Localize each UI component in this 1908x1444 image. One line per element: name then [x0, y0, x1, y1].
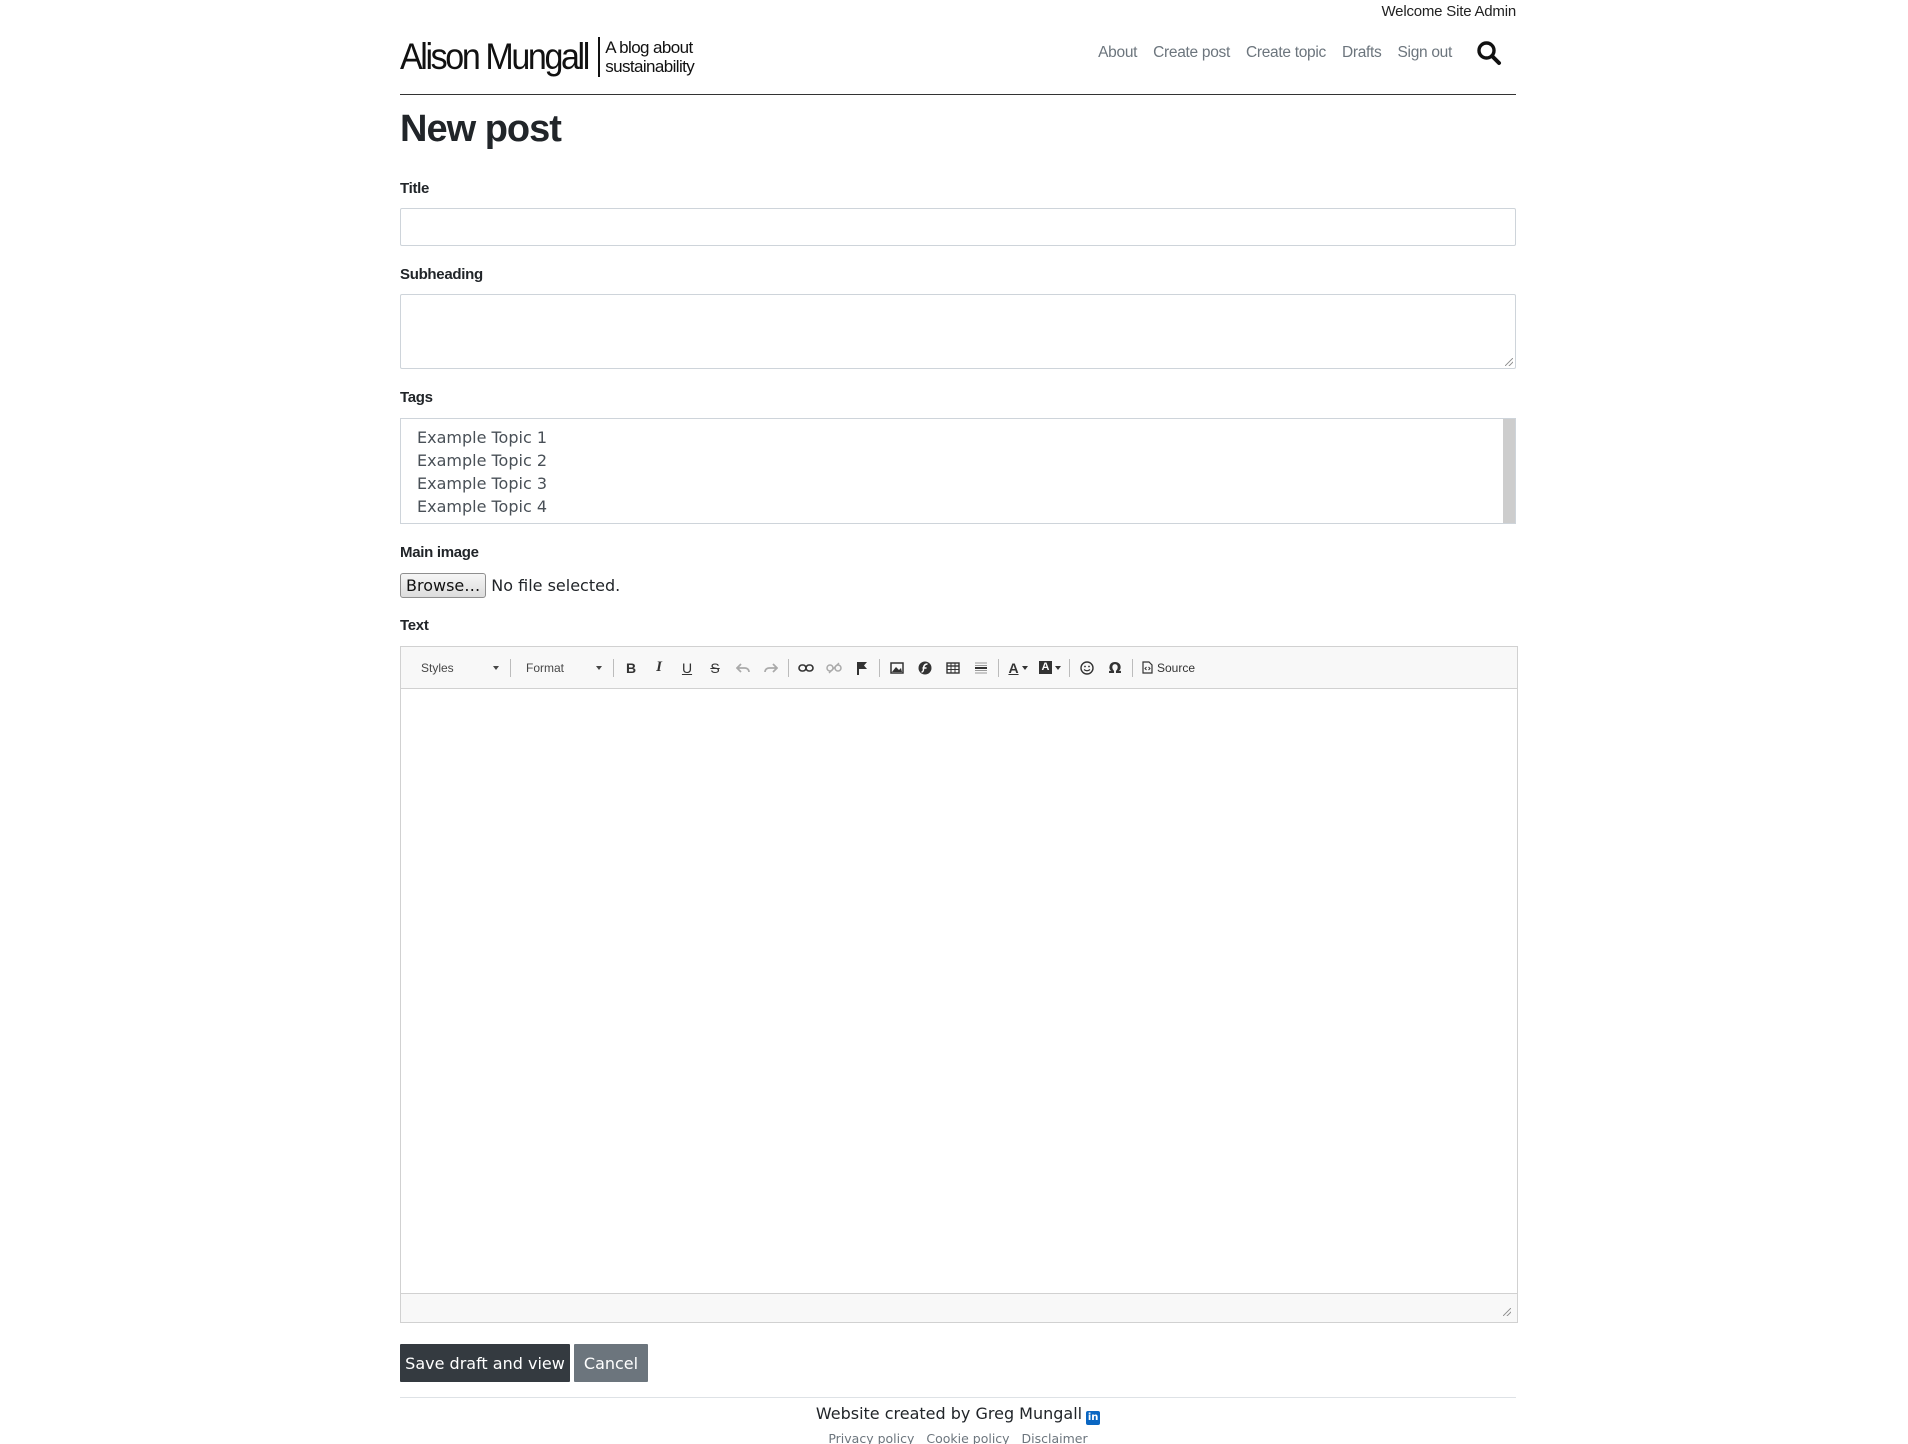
image-icon[interactable]	[883, 655, 911, 681]
chevron-down-icon	[596, 665, 602, 670]
file-status: No file selected.	[491, 576, 621, 595]
toolbar-separator	[1069, 658, 1070, 677]
brand-tagline-line-2: sustainability	[605, 57, 695, 76]
undo-icon[interactable]	[729, 655, 757, 681]
nav-about[interactable]: About	[1098, 44, 1137, 62]
page-title: New post	[400, 108, 562, 150]
tag-option[interactable]: Example Topic 3	[401, 472, 1515, 495]
smiley-icon[interactable]	[1073, 655, 1101, 681]
nav-create-post[interactable]: Create post	[1153, 44, 1230, 62]
format-dropdown-label: Format	[526, 660, 565, 675]
footer-credit-text: Website created by Greg Mungall	[815, 1404, 1083, 1423]
welcome-message: Welcome Site Admin	[1381, 3, 1516, 20]
table-icon[interactable]	[939, 655, 967, 681]
tags-scrollbar[interactable]	[1503, 419, 1515, 523]
footer-links: Privacy policy Cookie policy Disclaimer	[400, 1431, 1516, 1444]
tags-label: Tags	[400, 389, 433, 406]
disclaimer-link[interactable]: Disclaimer	[1022, 1431, 1088, 1444]
toolbar-separator	[998, 658, 999, 677]
tag-option[interactable]: Example Topic 2	[401, 449, 1515, 472]
text-label: Text	[400, 617, 429, 634]
editor-content-area[interactable]	[401, 689, 1517, 1293]
styles-dropdown[interactable]: Styles	[409, 655, 507, 681]
source-icon	[1142, 661, 1153, 674]
horizontal-rule-icon[interactable]	[967, 655, 995, 681]
tags-multiselect[interactable]: Example Topic 1 Example Topic 2 Example …	[400, 418, 1516, 524]
main-nav: About Create post Create topic Drafts Si…	[1082, 40, 1516, 66]
tag-option[interactable]: Example Topic 1	[401, 426, 1515, 449]
footer-divider	[400, 1397, 1516, 1398]
browse-button[interactable]: Browse…	[400, 573, 487, 598]
footer-credit: Website created by Greg Mungall in	[400, 1404, 1516, 1425]
title-label: Title	[400, 180, 430, 197]
source-button[interactable]: Source	[1136, 655, 1201, 681]
rich-text-editor: Styles Format B I U S A A Ω Source	[400, 646, 1518, 1323]
subheading-label: Subheading	[400, 266, 483, 283]
tag-option[interactable]: Example Topic 4	[401, 495, 1515, 518]
text-color-icon[interactable]: A	[1002, 655, 1034, 681]
subheading-textarea[interactable]	[400, 294, 1516, 369]
cancel-button[interactable]: Cancel	[574, 1344, 648, 1382]
resize-grip-icon[interactable]	[1505, 358, 1513, 366]
site-header: Alison Mungall A blog about sustainabili…	[400, 30, 1516, 95]
search-icon[interactable]	[1476, 40, 1502, 66]
title-input[interactable]	[400, 208, 1516, 246]
nav-sign-out[interactable]: Sign out	[1398, 44, 1453, 62]
flash-icon[interactable]	[911, 655, 939, 681]
unlink-icon[interactable]	[820, 655, 848, 681]
toolbar-separator	[1132, 658, 1133, 677]
toolbar-separator	[788, 658, 789, 677]
bold-icon[interactable]: B	[617, 655, 645, 681]
resize-grip-icon[interactable]	[1503, 1308, 1511, 1316]
format-dropdown[interactable]: Format	[514, 655, 610, 681]
redo-icon[interactable]	[757, 655, 785, 681]
link-icon[interactable]	[792, 655, 820, 681]
brand-logo[interactable]: Alison Mungall A blog about sustainabili…	[400, 36, 695, 78]
chevron-down-icon	[493, 665, 499, 670]
toolbar-separator	[510, 658, 511, 677]
brand-name: Alison Mungall	[400, 36, 590, 77]
nav-create-topic[interactable]: Create topic	[1246, 44, 1326, 62]
brand-divider	[598, 37, 601, 77]
background-color-icon[interactable]: A	[1034, 655, 1066, 681]
strikethrough-icon[interactable]: S	[701, 655, 729, 681]
toolbar-separator	[613, 658, 614, 677]
editor-footer	[401, 1293, 1517, 1322]
editor-toolbar: Styles Format B I U S A A Ω Source	[401, 647, 1517, 689]
underline-icon[interactable]: U	[673, 655, 701, 681]
save-draft-button[interactable]: Save draft and view	[400, 1344, 570, 1382]
brand-tagline-line-1: A blog about	[605, 38, 693, 57]
nav-drafts[interactable]: Drafts	[1342, 44, 1382, 62]
toolbar-separator	[879, 658, 880, 677]
italic-icon[interactable]: I	[645, 655, 673, 681]
main-image-label: Main image	[400, 544, 479, 561]
anchor-icon[interactable]	[848, 655, 876, 681]
special-char-icon[interactable]: Ω	[1101, 655, 1129, 681]
styles-dropdown-label: Styles	[421, 660, 454, 675]
cookie-policy-link[interactable]: Cookie policy	[926, 1431, 1009, 1444]
privacy-policy-link[interactable]: Privacy policy	[828, 1431, 914, 1444]
brand-tagline: A blog about sustainability	[605, 38, 695, 76]
linkedin-icon[interactable]: in	[1086, 1411, 1101, 1425]
source-label: Source	[1157, 660, 1196, 675]
main-image-file-input: Browse… No file selected.	[400, 573, 620, 598]
